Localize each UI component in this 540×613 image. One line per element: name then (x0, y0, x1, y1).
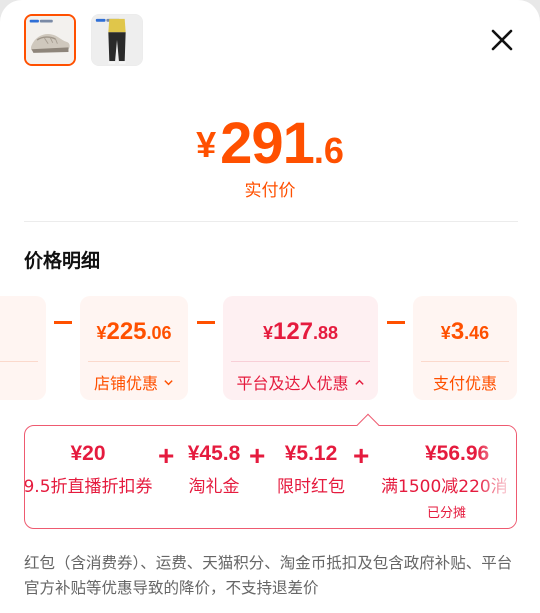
minus-sign (197, 321, 215, 324)
discount-card-payment[interactable]: ¥3.46 支付优惠 (413, 296, 517, 400)
chevron-up-icon (354, 373, 365, 385)
currency: ¥ (440, 323, 451, 343)
platform-discount-toggle[interactable]: 平台及达人优惠 (223, 370, 378, 394)
scroll-fade (476, 426, 516, 528)
chevron-down-icon (163, 373, 174, 386)
breakdown-item: ¥5.12 限时红包 (277, 442, 345, 497)
amount-decimal: .06 (146, 323, 172, 343)
amount-integer: 127 (272, 318, 314, 345)
discount-card-offscreen[interactable] (0, 296, 46, 400)
shoe-thumbnail[interactable] (24, 14, 76, 66)
discount-card-store[interactable]: ¥225.06 店铺优惠 (80, 296, 188, 400)
price-integer: 291 (220, 111, 315, 176)
platform-discount-amount: ¥127.88 (223, 318, 378, 346)
amount-decimal: .46 (464, 323, 490, 343)
payment-discount-amount: ¥3.46 (413, 318, 517, 346)
breakdown-label: 淘礼金 (188, 477, 240, 497)
breakdown-label: 限时红包 (277, 477, 345, 497)
card-divider (231, 361, 370, 362)
discount-card-platform[interactable]: ¥127.88 平台及达人优惠 (223, 296, 378, 400)
card-divider (88, 361, 180, 362)
pants-thumbnail[interactable] (91, 14, 143, 66)
breakdown-value: ¥5.12 (284, 442, 338, 465)
minus-sign (387, 321, 405, 324)
breakdown-item: ¥20 9.5折直播折扣券 (24, 442, 153, 497)
footnote: 红包（含消费券）、运费、天猫积分、淘金币抵扣及包含政府补贴、平台官方补贴等优惠导… (24, 554, 513, 597)
price-label: 实付价 (244, 181, 296, 201)
minus-sign (54, 321, 72, 324)
card-divider (0, 361, 38, 362)
payment-discount-label: 支付优惠 (432, 374, 497, 393)
divider (24, 221, 518, 222)
currency: ¥ (262, 323, 273, 343)
section-title: 价格明细 (24, 250, 101, 272)
plus-sign: + (158, 440, 175, 471)
close-icon[interactable] (488, 26, 516, 54)
breakdown-value: ¥20 (70, 442, 106, 465)
currency: ¥ (96, 323, 107, 343)
card-divider (421, 361, 509, 362)
price-detail-sheet: ¥291.6 实付价 价格明细 ¥225.06 店铺优惠 ¥127.88 平台及… (0, 0, 540, 613)
price-decimal: .6 (313, 130, 344, 171)
breakdown-item: ¥45.8 淘礼金 (183, 442, 245, 497)
store-discount-amount: ¥225.06 (80, 318, 188, 346)
plus-sign: + (249, 440, 266, 471)
store-discount-toggle[interactable]: 店铺优惠 (80, 370, 188, 394)
price-currency: ¥ (196, 124, 217, 165)
platform-discount-breakdown: ¥20 9.5折直播折扣券 + ¥45.8 淘礼金 + ¥5.12 限时红包 +… (24, 425, 517, 529)
store-discount-label: 店铺优惠 (93, 374, 158, 393)
actual-price: ¥291.6 (0, 110, 540, 177)
amount-decimal: .88 (313, 323, 339, 343)
platform-discount-label: 平台及达人优惠 (236, 374, 349, 393)
apportioned-note: 已分摊 (427, 506, 467, 521)
plus-sign: + (353, 440, 370, 471)
breakdown-label: 9.5折直播折扣券 (24, 477, 153, 497)
breakdown-value: ¥45.8 (187, 442, 241, 465)
amount-integer: 225 (106, 318, 147, 345)
amount-integer: 3 (450, 318, 465, 345)
